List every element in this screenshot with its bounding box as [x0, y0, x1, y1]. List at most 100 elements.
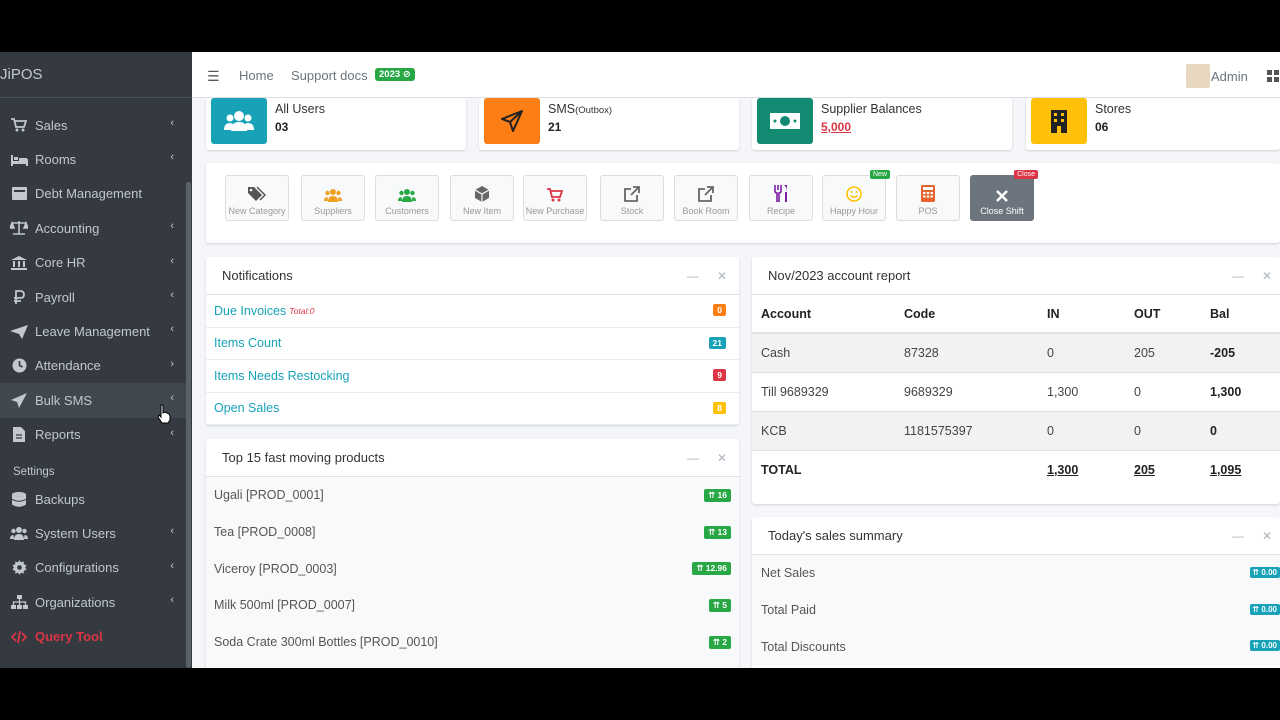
send-icon — [10, 392, 28, 408]
close-icon[interactable]: ✕ — [717, 451, 727, 465]
minimize-icon[interactable]: — — [687, 269, 699, 283]
close-shift-button[interactable]: Close Close Shift — [970, 170, 1038, 221]
quantity-badge: ⇈ 16 — [704, 489, 731, 502]
column-header-account[interactable]: Account — [752, 295, 895, 334]
ruble-icon — [10, 289, 28, 305]
new-category-button[interactable]: New Category — [225, 175, 289, 221]
sidebar-item-attendance[interactable]: Attendance › — [0, 349, 186, 383]
sidebar-item-system-users[interactable]: System Users ‹ — [0, 516, 186, 550]
sidebar-item-label: Attendance — [35, 358, 101, 374]
stock-button[interactable]: Stock — [600, 175, 664, 221]
minimize-icon[interactable]: — — [687, 451, 699, 465]
avatar[interactable] — [1186, 64, 1210, 88]
external-link-icon — [698, 186, 714, 202]
customers-button[interactable]: Customers — [375, 175, 439, 221]
sidebar-item-payroll[interactable]: Payroll ‹ — [0, 280, 186, 314]
sidebar-item-sales[interactable]: Sales ‹ — [0, 108, 186, 142]
notification-link[interactable]: Items Needs Restocking — [214, 369, 349, 383]
cart-icon — [10, 117, 28, 133]
notification-link[interactable]: Items Count — [214, 336, 281, 350]
nav-home-link[interactable]: Home — [239, 68, 274, 83]
sidebar-item-organizations[interactable]: Organizations ‹ — [0, 585, 186, 619]
column-header-code[interactable]: Code — [895, 295, 1038, 334]
sidebar-item-accounting[interactable]: Accounting ‹ — [0, 211, 186, 245]
account-code-link[interactable]: 87328 — [895, 332, 1038, 372]
notification-items-needs-restocking[interactable]: Items Needs Restocking 9 — [206, 360, 739, 393]
list-item: Milk 500ml [PROD_0007] ⇈ 5 — [206, 587, 739, 624]
table-row: Till 9689329 9689329 1,300 0 1,300 — [752, 371, 1280, 411]
column-header-in[interactable]: IN — [1038, 295, 1125, 334]
close-icon[interactable]: ✕ — [1262, 529, 1272, 543]
account-report-card: Nov/2023 account report — ✕ Account Code IN… — [752, 257, 1280, 504]
sidebar-item-label: Sales — [35, 117, 68, 133]
infobox-supplier-balances[interactable]: Supplier Balances 5,000 — [752, 98, 1012, 150]
sidebar-item-query-tool[interactable]: Query Tool — [0, 619, 186, 653]
minimize-icon[interactable]: — — [1232, 529, 1244, 543]
brand-logo[interactable]: JiPOS — [0, 52, 192, 98]
infobox-icon-bg — [211, 98, 267, 144]
product-name: Milk 500ml [PROD_0007] — [214, 598, 356, 613]
sidebar: JiPOS Sales ‹ Rooms ‹ Debt Management Ac… — [0, 52, 192, 668]
sidebar-item-backups[interactable]: Backups — [0, 482, 186, 516]
total-cell: 1,095 — [1201, 449, 1280, 489]
close-icon[interactable]: ✕ — [1262, 269, 1272, 283]
file-icon — [10, 427, 28, 443]
table-cell: 205 — [1125, 332, 1201, 372]
nav-support-docs-link[interactable]: Support docs — [291, 68, 368, 83]
tags-icon — [248, 186, 266, 202]
sidebar-item-debt-management[interactable]: Debt Management — [0, 177, 186, 211]
suppliers-button[interactable]: Suppliers — [301, 175, 365, 221]
sidebar-item-label: Core HR — [35, 255, 86, 271]
summary-label: Total Discounts — [761, 639, 846, 654]
pos-button[interactable]: POS — [896, 175, 960, 221]
sidebar-item-configurations[interactable]: Configurations ‹ — [0, 551, 186, 585]
external-link-icon — [624, 186, 640, 202]
sidebar-item-label: System Users — [35, 525, 116, 541]
close-icon[interactable]: ✕ — [717, 269, 727, 283]
sidebar-item-label: Payroll — [35, 289, 75, 305]
notification-open-sales[interactable]: Open Sales 8 — [206, 393, 739, 425]
amount-badge: ⇈ 0.00 — [1249, 603, 1280, 615]
table-cell: Till 9689329 — [752, 371, 895, 411]
column-header-bal[interactable]: Bal — [1201, 295, 1280, 334]
column-header-out[interactable]: OUT — [1125, 295, 1201, 334]
new-item-button[interactable]: New Item — [450, 175, 514, 221]
account-code-link[interactable]: 1181575397 — [895, 410, 1038, 450]
sidebar-item-label: Debt Management — [35, 186, 142, 202]
sidebar-item-label: Reports — [35, 427, 81, 443]
notification-link[interactable]: Open Sales — [214, 401, 279, 415]
recipe-button[interactable]: Recipe — [749, 175, 813, 221]
infobox-value[interactable]: 5,000 — [821, 120, 851, 134]
product-name: Soda Crate 300ml Bottles [PROD_0010] — [214, 635, 438, 650]
user-menu-label[interactable]: Admin — [1211, 69, 1248, 84]
button-label: Happy Hour — [829, 206, 879, 216]
apps-grid-icon[interactable] — [1267, 70, 1279, 82]
notification-link[interactable]: Due Invoices — [214, 304, 286, 318]
count-badge: 8 — [713, 401, 726, 414]
minimize-icon[interactable]: — — [1232, 269, 1244, 283]
infobox-all-users[interactable]: All Users 03 — [206, 98, 466, 150]
sidebar-item-leave-management[interactable]: Leave Management ‹ — [0, 314, 186, 348]
product-name: Viceroy [PROD_0003] — [214, 561, 337, 576]
chevron-icon: ‹ — [170, 426, 174, 439]
card-header: Today's sales summary — ✕ — [752, 517, 1280, 555]
button-label: Stock — [620, 206, 644, 216]
notification-due-invoices[interactable]: Due Invoices Total:0 0 — [206, 295, 739, 328]
sidebar-item-rooms[interactable]: Rooms ‹ — [0, 142, 186, 176]
notification-items-count[interactable]: Items Count 21 — [206, 328, 739, 360]
hamburger-menu-icon[interactable]: ☰ — [207, 68, 220, 85]
account-code-link[interactable]: 9689329 — [895, 371, 1038, 411]
book-room-button[interactable]: Book Room — [674, 175, 738, 221]
summary-label: Total Paid — [761, 603, 816, 618]
sidebar-scrollbar[interactable] — [186, 182, 191, 668]
new-purchase-button[interactable]: New Purchase — [523, 175, 587, 221]
card-header: Nov/2023 account report — ✕ — [752, 257, 1280, 295]
table-cell: 1,300 — [1201, 371, 1280, 411]
button-label: Customers — [385, 206, 429, 216]
happy-hour-button[interactable]: New Happy Hour — [822, 170, 890, 221]
table-cell: 0 — [1201, 410, 1280, 450]
infobox-sms[interactable]: SMS(Outbox) 21 — [479, 98, 739, 150]
infobox-stores[interactable]: Stores 06 — [1026, 98, 1280, 150]
amount-badge: ⇈ 0.00 — [1249, 640, 1280, 652]
sidebar-item-core-hr[interactable]: Core HR ‹ — [0, 246, 186, 280]
